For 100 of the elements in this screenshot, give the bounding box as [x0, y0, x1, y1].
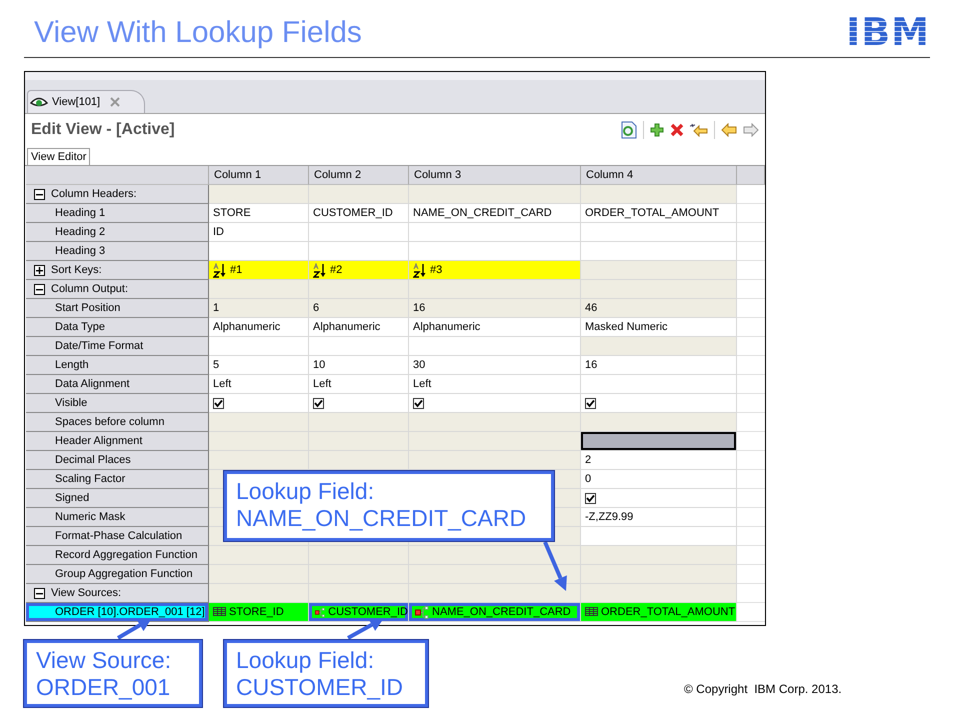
add-icon[interactable]	[650, 123, 664, 137]
table-cell[interactable]: 0	[581, 470, 737, 489]
table-cell[interactable]: STORE_ID	[209, 603, 309, 622]
checkbox[interactable]	[585, 492, 596, 504]
table-cell[interactable]	[409, 337, 581, 356]
table-cell[interactable]	[209, 337, 309, 356]
table-cell[interactable]	[309, 394, 409, 413]
view-editor-tab[interactable]: View Editor	[27, 148, 90, 165]
lookup-icon	[415, 606, 429, 618]
row-label: Length	[26, 356, 209, 375]
callout-arrow	[116, 618, 152, 640]
callout-tooltip: Lookup Field: CUSTOMER_ID	[224, 640, 428, 707]
callout-tooltip: View Source: ORDER_001	[24, 640, 202, 707]
collapse-icon[interactable]	[34, 188, 45, 200]
row-label: Record Aggregation Function	[26, 546, 209, 565]
star-arrow-icon[interactable]	[690, 123, 708, 137]
callout-tooltip: Lookup Field: NAME_ON_CREDIT_CARD	[224, 471, 554, 541]
table-cell[interactable]	[581, 432, 737, 451]
refresh-document-icon[interactable]	[621, 121, 637, 139]
table-cell[interactable]: Alphanumeric	[409, 318, 581, 337]
view-source-cell[interactable]: ORDER [10].ORDER_001 [12]	[26, 603, 209, 622]
row-label: Format-Phase Calculation	[26, 527, 209, 546]
sort-key-label: #2	[330, 264, 342, 276]
row-label: Date/Time Format	[26, 337, 209, 356]
table-cell[interactable]: 5	[209, 356, 309, 375]
table-cell[interactable]: #1	[209, 261, 309, 280]
sort-key-label: #1	[230, 264, 242, 276]
eye-icon	[30, 96, 48, 108]
column-header[interactable]: Column 3	[409, 166, 581, 185]
expand-icon[interactable]	[34, 264, 45, 276]
column-header[interactable]: Column 1	[209, 166, 309, 185]
lookup-icon	[315, 606, 326, 618]
row-label: Header Alignment	[26, 432, 209, 451]
field-name: STORE_ID	[229, 606, 284, 618]
section-label: View Sources:	[51, 587, 122, 599]
table-cell[interactable]	[409, 223, 581, 242]
table-cell[interactable]: ID	[209, 223, 309, 242]
section-label: Sort Keys:	[51, 264, 102, 276]
table-cell[interactable]	[309, 223, 409, 242]
table-cell[interactable]	[309, 337, 409, 356]
callout-arrow	[543, 541, 567, 591]
editor-heading: Edit View - [Active]	[31, 121, 175, 139]
table-cell[interactable]: ORDER_TOTAL_AMOUNT	[581, 603, 737, 622]
table-cell[interactable]: ORDER_TOTAL_AMOUNT	[581, 204, 737, 223]
header-cell	[737, 166, 765, 185]
table-cell[interactable]: Alphanumeric	[309, 318, 409, 337]
table-icon	[585, 607, 598, 617]
checkbox[interactable]	[413, 398, 424, 408]
table-cell[interactable]: Left	[309, 375, 409, 394]
delete-icon[interactable]	[670, 123, 684, 137]
table-cell[interactable]	[581, 489, 737, 508]
table-cell[interactable]: -Z,ZZ9.99	[581, 508, 737, 527]
section-label: Column Output:	[51, 283, 128, 295]
table-cell[interactable]: 30	[409, 356, 581, 375]
forward-arrow-icon[interactable]	[743, 123, 759, 137]
table-cell[interactable]: #2	[309, 261, 409, 280]
table-cell[interactable]	[209, 394, 309, 413]
column-header[interactable]: Column 2	[309, 166, 409, 185]
table-cell[interactable]: Left	[409, 375, 581, 394]
table-cell[interactable]	[409, 394, 581, 413]
checkbox[interactable]	[313, 398, 324, 408]
table-cell[interactable]: #3	[409, 261, 581, 280]
table-cell[interactable]: STORE	[209, 204, 309, 223]
table-cell[interactable]: 2	[581, 451, 737, 470]
sort-icon	[313, 262, 327, 278]
table-cell[interactable]: NAME_ON_CREDIT_CARD	[409, 204, 581, 223]
section-label: Column Headers:	[51, 188, 137, 200]
table-cell[interactable]: 16	[581, 356, 737, 375]
row-label: Decimal Places	[26, 451, 209, 470]
column-header[interactable]: Column 4	[581, 166, 737, 185]
table-cell[interactable]	[581, 527, 737, 546]
table-cell[interactable]	[581, 394, 737, 413]
table-cell[interactable]: NAME_ON_CREDIT_CARD	[409, 603, 581, 622]
table-cell[interactable]	[581, 242, 737, 261]
table-cell[interactable]	[581, 375, 737, 394]
callout-arrow	[347, 618, 384, 640]
row-label: Heading 3	[26, 242, 209, 261]
checkbox[interactable]	[585, 398, 596, 408]
copyright: © Copyright IBM Corp. 2013.	[684, 682, 842, 696]
field-name: ORDER_TOTAL_AMOUNT	[601, 606, 736, 618]
table-cell[interactable]: CUSTOMER_ID	[309, 204, 409, 223]
slide-title: View With Lookup Fields	[33, 15, 362, 50]
table-cell[interactable]: Left	[209, 375, 309, 394]
collapse-icon[interactable]	[34, 284, 45, 294]
tab-label: View[101]	[52, 96, 100, 108]
table-cell[interactable]	[309, 242, 409, 261]
sort-icon	[413, 262, 427, 278]
table-cell[interactable]: 10	[309, 356, 409, 375]
sort-key-label: #3	[430, 264, 442, 276]
editor-tab[interactable]: View[101]	[27, 90, 146, 113]
table-cell[interactable]	[409, 242, 581, 261]
checkbox[interactable]	[213, 398, 224, 408]
back-arrow-icon[interactable]	[721, 123, 737, 137]
table-cell[interactable]: Alphanumeric	[209, 318, 309, 337]
collapse-icon[interactable]	[34, 588, 45, 598]
table-cell[interactable]: Masked Numeric	[581, 318, 737, 337]
close-icon[interactable]	[110, 97, 120, 107]
table-cell[interactable]	[209, 242, 309, 261]
table-cell[interactable]	[581, 223, 737, 242]
row-label: Signed	[26, 489, 209, 508]
